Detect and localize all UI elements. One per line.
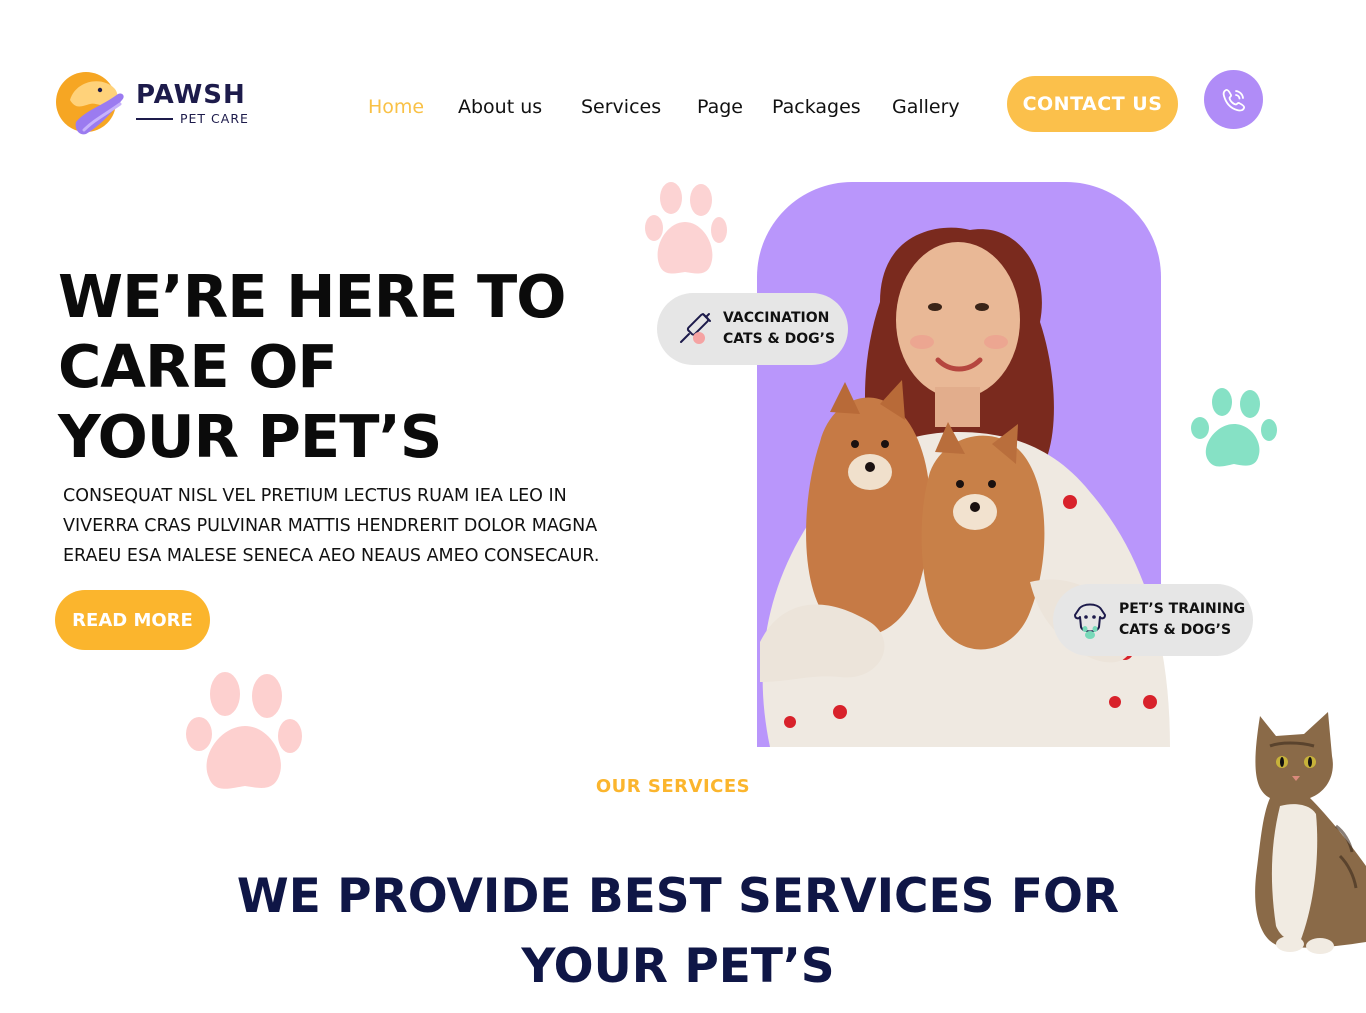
hero-description-line: VIVERRA CRAS PULVINAR MATTIS HENDRERIT D… bbox=[63, 516, 598, 536]
training-badge: PET’S TRAINING CATS & DOG’S bbox=[1053, 584, 1253, 656]
brand-logo[interactable]: PAWSH PET CARE bbox=[56, 70, 266, 140]
pet-care-logo-icon bbox=[56, 72, 124, 135]
services-section-label: OUR SERVICES bbox=[595, 776, 751, 797]
training-badge-line1: PET’S TRAINING bbox=[1119, 601, 1246, 617]
services-title-line: WE PROVIDE BEST SERVICES FOR bbox=[236, 869, 1120, 924]
vaccination-badge-text: VACCINATION CATS & DOG’S bbox=[723, 308, 835, 350]
hero-title-line: WE’RE HERE TO bbox=[58, 262, 566, 331]
nav-home[interactable]: Home bbox=[368, 96, 424, 118]
paw-print-icon bbox=[645, 182, 727, 274]
vaccination-badge-line2: CATS & DOG’S bbox=[723, 331, 836, 347]
training-badge-line2: CATS & DOG’S bbox=[1119, 622, 1232, 638]
nav-about-us[interactable]: About us bbox=[458, 96, 542, 118]
hero-title: WE’RE HERE TO CARE OF YOUR PET’S bbox=[58, 262, 566, 472]
dog-training-icon bbox=[1074, 603, 1106, 639]
hero-title-line: YOUR PET’S bbox=[58, 402, 442, 471]
hero-description-line: ERAEU ESA MALESE SENECA AEO NEAUS AMEO C… bbox=[63, 546, 600, 566]
hero-title-line: CARE OF bbox=[58, 332, 338, 401]
nav-gallery[interactable]: Gallery bbox=[892, 96, 960, 118]
nav-packages[interactable]: Packages bbox=[772, 96, 861, 118]
nav-services[interactable]: Services bbox=[581, 96, 661, 118]
nav-page[interactable]: Page bbox=[697, 96, 743, 118]
read-more-button[interactable]: READ MORE bbox=[55, 590, 210, 650]
logo-divider bbox=[136, 118, 173, 120]
paw-print-icon bbox=[1191, 388, 1277, 467]
hero-photo-woman-with-puppies bbox=[760, 227, 1170, 747]
vaccination-badge-line1: VACCINATION bbox=[723, 310, 830, 326]
services-title-line: YOUR PET’S bbox=[521, 939, 835, 994]
hero-description-line: CONSEQUAT NISL VEL PRETIUM LECTUS RUAM I… bbox=[63, 486, 567, 506]
training-badge-text: PET’S TRAINING CATS & DOG’S bbox=[1119, 599, 1245, 641]
syringe-icon bbox=[680, 313, 711, 344]
services-section-title: WE PROVIDE BEST SERVICES FOR YOUR PET’S bbox=[0, 862, 1356, 1002]
phone-button[interactable] bbox=[1204, 70, 1263, 129]
logo-subtitle: PET CARE bbox=[180, 111, 249, 126]
vaccination-badge: VACCINATION CATS & DOG’S bbox=[657, 293, 848, 365]
contact-us-button[interactable]: CONTACT US bbox=[1007, 76, 1178, 132]
logo-title: PAWSH bbox=[136, 80, 246, 110]
hero-description: CONSEQUAT NISL VEL PRETIUM LECTUS RUAM I… bbox=[63, 481, 663, 571]
phone-icon bbox=[1222, 88, 1245, 111]
